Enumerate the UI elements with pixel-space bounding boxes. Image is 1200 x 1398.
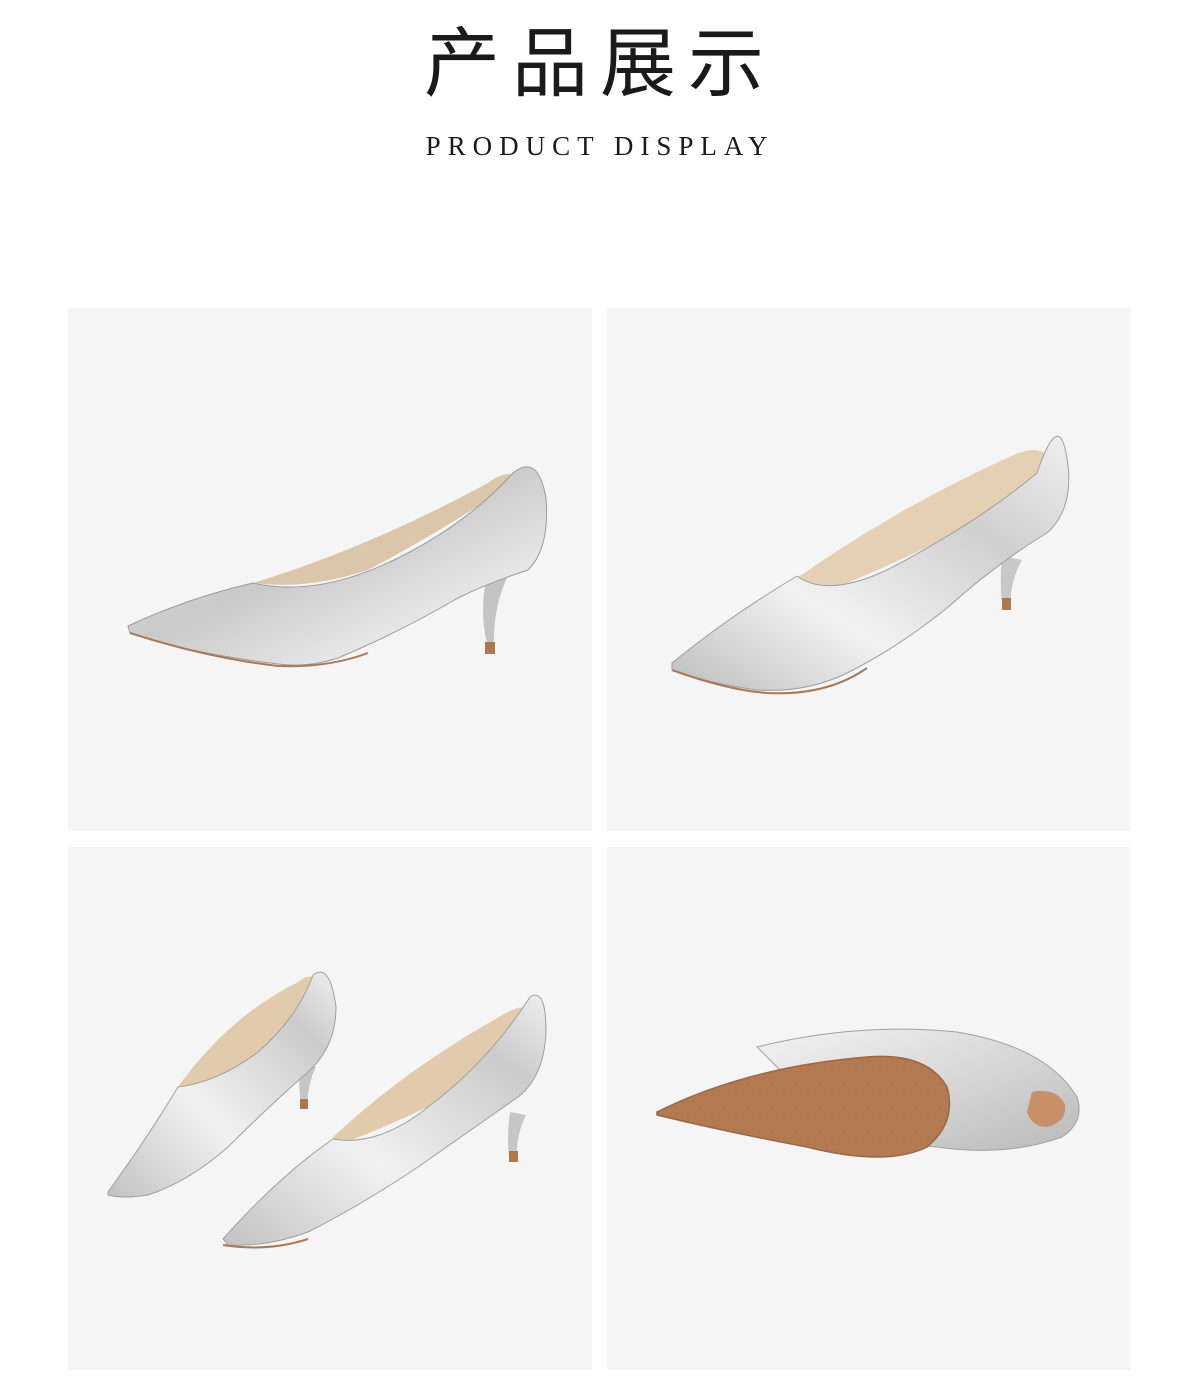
silver-pump-side-illustration [127, 466, 548, 668]
product-image-sole-view[interactable] [607, 847, 1131, 1370]
silver-pump-pair-illustration [107, 971, 547, 1249]
silver-pump-angle-illustration [671, 435, 1070, 695]
product-image-side-view[interactable] [68, 308, 592, 831]
product-image-pair-view[interactable] [68, 847, 592, 1370]
page-title: 产品展示 [424, 19, 776, 108]
page-subtitle: PRODUCT DISPLAY [425, 131, 775, 161]
product-image-angle-view[interactable] [607, 308, 1131, 831]
silver-pump-sole-illustration [656, 1028, 1080, 1158]
